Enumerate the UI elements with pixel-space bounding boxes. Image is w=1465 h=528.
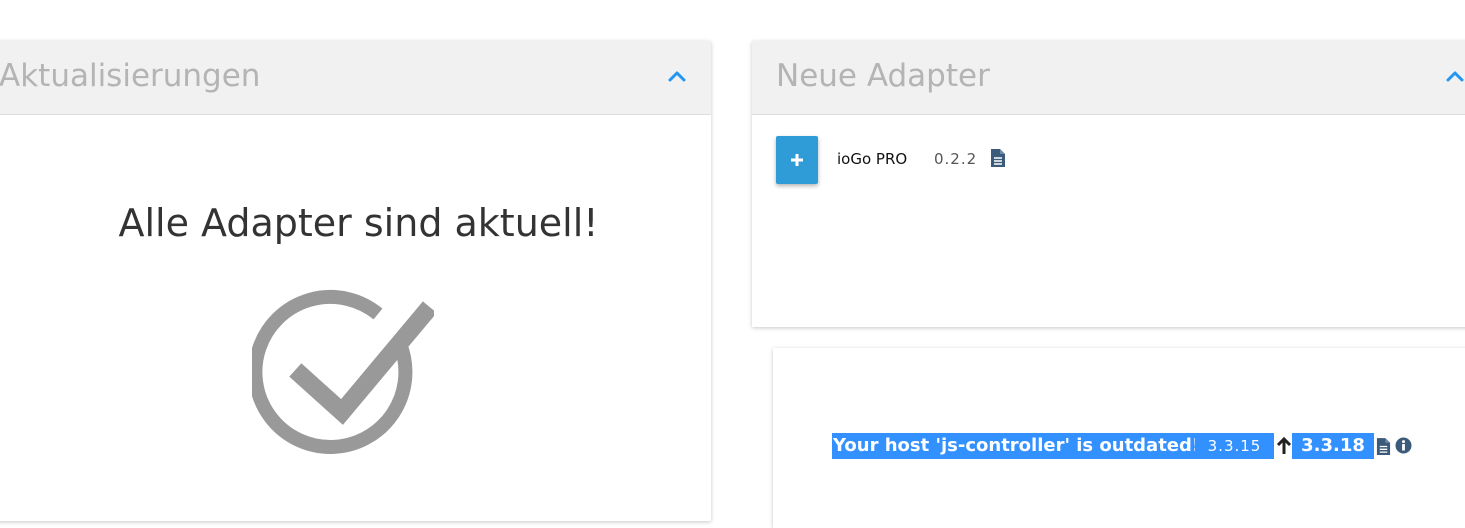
host-new-version: 3.3.18 <box>1292 433 1374 459</box>
collapse-updates-chevron-up-icon[interactable] <box>668 67 686 86</box>
updates-title: Aktualisierungen <box>0 58 261 94</box>
adapter-name: ioGo PRO <box>837 150 908 168</box>
install-adapter-button[interactable] <box>776 136 818 184</box>
updates-card: Aktualisierungen Alle Adapter sind aktue… <box>0 41 711 521</box>
adapter-version: 0.2.2 <box>934 150 978 168</box>
new-adapters-header: Neue Adapter <box>752 41 1465 115</box>
checkmark-circle-icon <box>248 284 437 463</box>
new-adapters-title: Neue Adapter <box>776 58 990 94</box>
collapse-new-adapters-chevron-up-icon[interactable] <box>1446 67 1464 86</box>
host-current-version: 3.3.15 <box>1195 433 1274 459</box>
info-icon[interactable] <box>1395 437 1412 458</box>
changelog-document-icon[interactable] <box>990 148 1006 172</box>
arrow-up-icon <box>1276 436 1292 460</box>
updates-header: Aktualisierungen <box>0 41 711 115</box>
host-status-card: Your host 'js-controller' is outdated! 3… <box>773 348 1465 528</box>
new-adapters-card: Neue Adapter ioGo PRO 0.2.2 <box>752 41 1465 327</box>
host-outdated-message: Your host 'js-controller' is outdated! <box>832 433 1202 459</box>
host-changelog-document-icon[interactable] <box>1376 437 1391 460</box>
all-up-to-date-message: Alle Adapter sind aktuell! <box>118 201 599 245</box>
plus-icon <box>791 154 803 166</box>
